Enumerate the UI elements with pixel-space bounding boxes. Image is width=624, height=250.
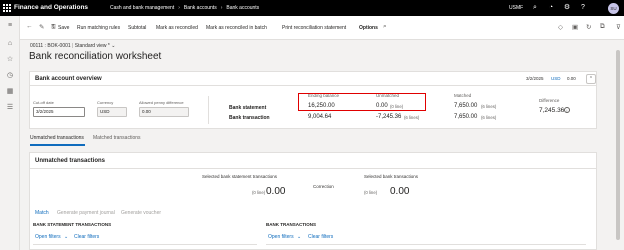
office-icon[interactable]: ▣ [572, 23, 578, 31]
cutoff-date-label: Cut-off date [33, 100, 54, 105]
tab-unmatched-transactions[interactable]: Unmatched transactions [30, 135, 84, 141]
record-caption: 00111 : BOK-0001 | Standard view * ⌄ [30, 43, 116, 49]
divider [208, 96, 209, 124]
scrollbar-thumb[interactable] [616, 50, 620, 240]
selected-bank-lines: (0 line) [364, 190, 378, 195]
summary-currency[interactable]: USD [551, 76, 561, 81]
currency-field: USD [97, 107, 127, 117]
bank-statement-matched-lines: (6 lines) [481, 104, 497, 109]
settings-icon[interactable]: ⚙ [562, 3, 572, 13]
diamond-icon[interactable]: ◇ [558, 23, 563, 31]
selected-statement-label: Selected bank statement transactions [202, 174, 278, 179]
open-filters-link[interactable]: Open filters [35, 234, 61, 240]
correction-label: Correction [313, 184, 334, 189]
chevron-right-icon: › [220, 5, 223, 11]
avatar[interactable]: SU [608, 3, 619, 14]
chevron-down-icon[interactable]: ⌄ [111, 43, 115, 49]
bank-statement-matched[interactable]: 7,650.00 [454, 103, 477, 109]
selected-statement-value: 0.00 [266, 186, 286, 197]
edit-icon[interactable]: ✎ [39, 23, 44, 31]
penny-difference-field: 0.00 [139, 107, 189, 117]
page-title: Bank reconciliation worksheet [29, 51, 162, 62]
bank-transaction-unmatched[interactable]: -7,245.36 [376, 114, 401, 120]
divider [30, 85, 596, 86]
help-icon[interactable]: ? [578, 3, 588, 13]
generate-voucher-button[interactable]: Generate voucher [121, 210, 161, 216]
mark-as-reconciled-button[interactable]: Mark as reconciled [156, 25, 198, 31]
refresh-icon[interactable]: ↻ [586, 23, 591, 31]
penny-difference-label: Allowed penny difference [139, 100, 184, 105]
info-icon[interactable]: i [564, 107, 570, 113]
card-title: Bank account overview [35, 76, 102, 82]
clock-icon[interactable]: ◷ [5, 71, 15, 81]
clear-filters-link[interactable]: Clear filters [308, 234, 333, 240]
breadcrumb: Cash and bank management › Bank accounts… [110, 5, 259, 11]
tab-matched-transactions[interactable]: Matched transactions [93, 135, 141, 141]
action-pane: ← ✎ 🖫 Save Run matching rules Subtotal M… [20, 16, 624, 40]
divider [30, 168, 596, 169]
filter-icon[interactable]: ⊽ [616, 23, 621, 31]
top-nav-bar: Finance and Operations Cash and bank man… [0, 0, 624, 16]
divider [266, 244, 586, 245]
record-id: 00111 : BOK-0001 [30, 43, 71, 49]
view-selector[interactable]: Standard view * [75, 43, 110, 49]
unmatched-transactions-card: Unmatched transactions Selected bank sta… [29, 152, 597, 250]
currency-label: Currency [97, 100, 114, 105]
chevron-right-icon: › [178, 5, 180, 11]
popout-icon[interactable]: ⧉ [600, 23, 605, 31]
app-title[interactable]: Finance and Operations [14, 4, 88, 11]
section-title: Unmatched transactions [35, 158, 106, 164]
difference-header: Difference [539, 98, 560, 103]
breadcrumb-item[interactable]: Bank accounts [184, 5, 217, 11]
save-button[interactable]: Save [58, 25, 69, 31]
match-button[interactable]: Match [35, 210, 49, 216]
selected-statement-lines: (0 line) [252, 190, 266, 195]
bank-transaction-matched-lines: (6 lines) [481, 115, 497, 120]
breadcrumb-item[interactable]: Cash and bank management [110, 5, 174, 11]
generate-payment-journal-button[interactable]: Generate payment journal [57, 210, 115, 216]
chevron-down-icon[interactable]: ⌄ [64, 234, 68, 240]
cutoff-date-field[interactable]: 3/2/2025 [33, 107, 85, 117]
divider [33, 244, 257, 245]
difference-value: 7,245.36 [539, 107, 565, 114]
waffle-icon[interactable] [3, 4, 11, 12]
annotation-highlight-box [298, 93, 426, 111]
search-icon[interactable]: ⌕ [530, 3, 540, 13]
open-filters-link[interactable]: Open filters [268, 234, 294, 240]
list-icon[interactable]: ☰ [5, 103, 15, 113]
subtotal-button[interactable]: Subtotal [128, 25, 146, 31]
bank-statement-row-label: Bank statement [229, 105, 267, 111]
hamburger-icon[interactable]: ≡ [5, 21, 15, 31]
chevron-down-icon[interactable]: ⌄ [297, 234, 301, 240]
summary-amount: 0.00 [567, 76, 576, 81]
active-tab-indicator [30, 144, 85, 146]
run-matching-rules-button[interactable]: Run matching rules [77, 25, 120, 31]
summary-date: 3/2/2025 [526, 76, 544, 81]
options-tab[interactable]: Options [359, 25, 378, 31]
company-picker[interactable]: USMF [509, 5, 523, 11]
search-icon[interactable]: ⌕ [383, 23, 387, 31]
matched-header: Matched [454, 93, 472, 98]
breadcrumb-item[interactable]: Bank accounts [226, 5, 259, 11]
bank-transaction-unmatched-lines: (6 lines) [404, 115, 420, 120]
print-reconciliation-statement-button[interactable]: Print reconciliation statement [282, 25, 346, 31]
home-icon[interactable]: ⌂ [5, 39, 15, 49]
bank-transactions-header: BANK TRANSACTIONS [266, 222, 316, 227]
notification-icon[interactable]: ◔ [546, 3, 556, 13]
back-arrow-icon[interactable]: ← [26, 23, 33, 30]
bank-transaction-ending-balance: 9,004.64 [308, 114, 332, 120]
save-icon: 🖫 [51, 24, 56, 30]
nav-rail: ≡ ⌂ ☆ ◷ ▦ ☰ [0, 16, 20, 250]
bank-transaction-matched[interactable]: 7,650.00 [454, 114, 477, 120]
clear-filters-link[interactable]: Clear filters [74, 234, 99, 240]
selected-bank-value: 0.00 [390, 186, 410, 197]
chevron-up-icon[interactable]: ⌃ [586, 74, 596, 84]
table-icon[interactable]: ▦ [5, 87, 15, 97]
star-icon[interactable]: ☆ [5, 55, 15, 65]
selected-bank-label: Selected bank transactions [364, 174, 419, 179]
bank-statement-transactions-header: BANK STATEMENT TRANSACTIONS [33, 222, 112, 227]
bank-transaction-row-label: Bank transaction [229, 115, 270, 121]
mark-as-reconciled-in-batch-button[interactable]: Mark as reconciled in batch [206, 25, 267, 31]
